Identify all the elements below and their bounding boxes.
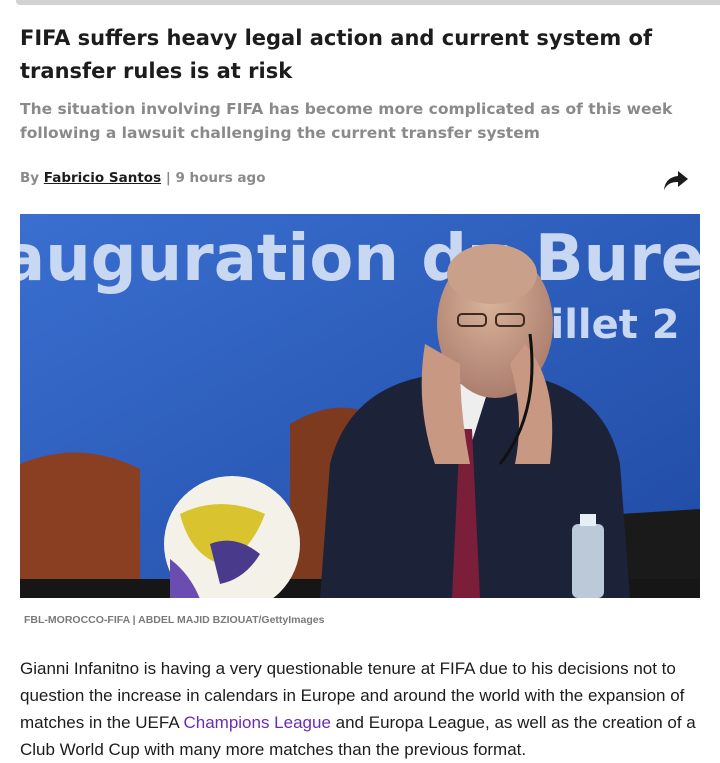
- champions-league-link[interactable]: Champions League: [183, 713, 330, 732]
- photo-caption: FBL-MOROCCO-FIFA | ABDEL MAJID BZIOUAT/G…: [24, 614, 325, 626]
- article-subtitle: The situation involving FIFA has become …: [20, 100, 673, 142]
- byline-separator: |: [165, 170, 171, 186]
- share-button[interactable]: [662, 168, 690, 192]
- banner-text-line1: auguration du Bure: [20, 222, 700, 296]
- share-arrow-icon: [664, 171, 688, 190]
- article-photo: auguration du Bure uillet 2: [20, 214, 700, 598]
- article-body: Gianni Infanitno is having a very questi…: [20, 655, 710, 763]
- byline: By Fabricio Santos | 9 hours ago: [20, 170, 265, 186]
- article-title: FIFA suffers heavy legal action and curr…: [20, 26, 653, 83]
- author-link[interactable]: Fabricio Santos: [44, 170, 161, 186]
- top-divider: [16, 0, 720, 5]
- byline-prefix: By: [20, 170, 40, 186]
- publish-time: 9 hours ago: [175, 170, 266, 186]
